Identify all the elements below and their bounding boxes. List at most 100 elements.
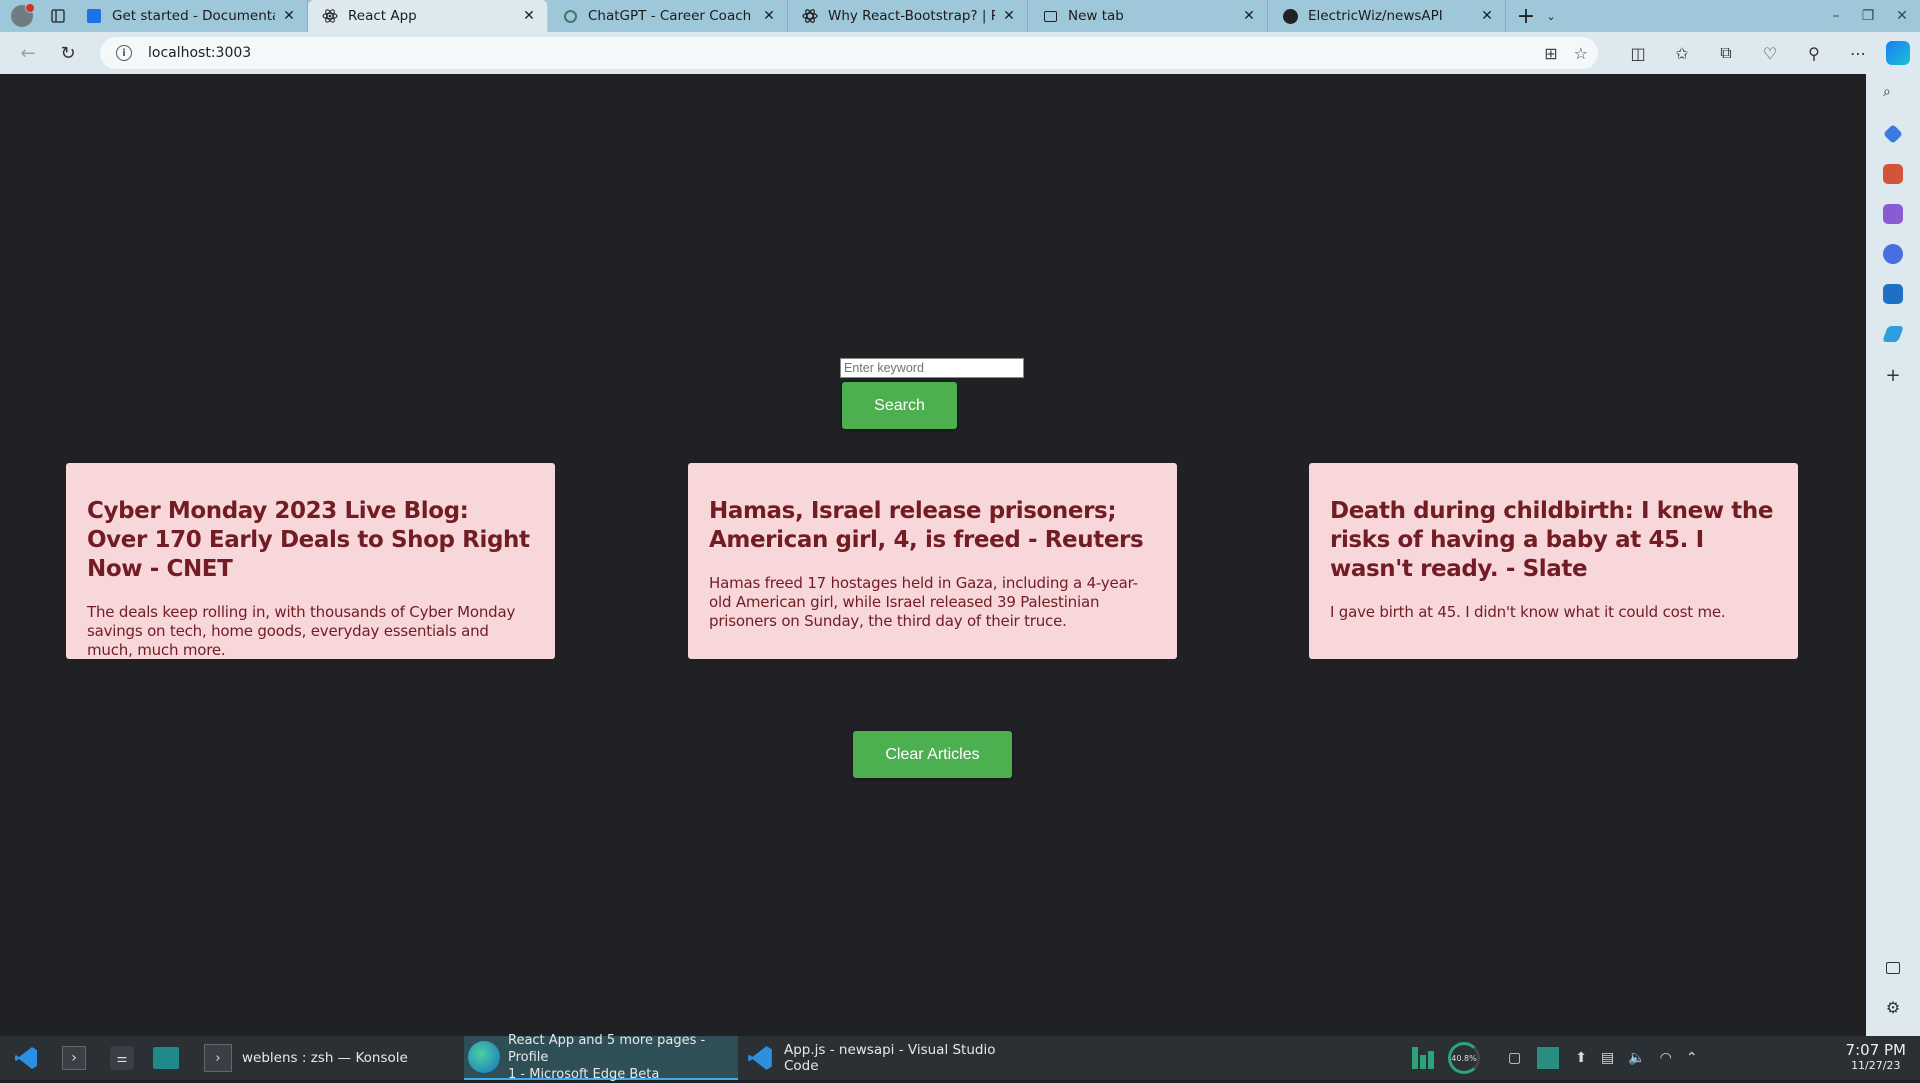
chevron-down-icon[interactable]: ⌄ — [1540, 0, 1562, 32]
vscode-launcher-icon[interactable] — [8, 1036, 44, 1080]
terminal-icon: › — [204, 1044, 232, 1072]
chevron-up-icon[interactable]: ⌃ — [1686, 1050, 1698, 1066]
tab-title: React App — [348, 8, 417, 24]
chatgpt-icon — [562, 8, 578, 24]
task-konsole[interactable]: › weblens : zsh — Konsole — [192, 1036, 462, 1080]
cpu-percent: 40.8% — [1451, 1053, 1477, 1063]
page-viewport: Search Cyber Monday 2023 Live Blog: Over… — [0, 74, 1866, 1036]
new-tab-icon — [1042, 8, 1058, 24]
performance-icon[interactable]: ♡ — [1748, 32, 1792, 74]
settings-gear-icon[interactable]: ⚙ — [1883, 998, 1903, 1018]
tab-get-started[interactable]: Get started - Documentation ✕ — [72, 0, 308, 32]
task-edge[interactable]: React App and 5 more pages - Profile 1 -… — [464, 1033, 738, 1082]
drop-icon[interactable] — [1882, 326, 1904, 342]
games-icon[interactable] — [1883, 204, 1903, 224]
tab-actions-icon — [51, 9, 65, 23]
react-icon — [322, 8, 338, 24]
new-tab-button[interactable]: + — [1512, 0, 1540, 32]
clock-time: 7:07 PM — [1845, 1041, 1906, 1059]
microsoft-365-icon[interactable] — [1883, 244, 1903, 264]
clear-articles-button[interactable]: Clear Articles — [853, 731, 1012, 778]
github-icon — [1282, 8, 1298, 24]
shopping-tag-icon[interactable] — [1883, 124, 1903, 144]
documentation-icon — [86, 8, 102, 24]
tab-actions-button[interactable] — [44, 0, 72, 32]
cpu-load-gauge[interactable]: 40.8% — [1448, 1042, 1480, 1074]
address-url[interactable]: localhost:3003 — [148, 45, 251, 61]
wifi-icon[interactable]: ◠ — [1660, 1050, 1672, 1066]
updates-icon[interactable]: ⬆ — [1575, 1050, 1587, 1066]
tab-new-tab[interactable]: New tab ✕ — [1028, 0, 1268, 32]
terminal-launcher-icon[interactable]: › — [56, 1036, 92, 1080]
refresh-icon[interactable]: ↻ — [48, 32, 88, 74]
close-icon[interactable]: ✕ — [1241, 8, 1257, 24]
tab-title: Get started - Documentation — [112, 8, 275, 24]
system-tray: 40.8% ▢ ⬆ ▤ 🔈 ◠ ⌃ — [1412, 1036, 1698, 1080]
tab-title: ElectricWiz/newsAPI — [1308, 8, 1443, 24]
article-card: Death during childbirth: I knew the risk… — [1309, 463, 1798, 659]
task-label: React App and 5 more pages - Profile — [508, 1032, 706, 1065]
tab-github[interactable]: ElectricWiz/newsAPI ✕ — [1268, 0, 1506, 32]
profile-avatar-icon — [11, 3, 35, 27]
edge-sidebar: ⌕ + ⚙ — [1866, 74, 1920, 1036]
volume-icon[interactable]: 🔈 — [1628, 1050, 1645, 1066]
app-available-icon[interactable]: ⊞ — [1544, 44, 1557, 63]
tools-icon[interactable] — [1883, 164, 1903, 184]
close-icon[interactable]: ✕ — [1001, 8, 1017, 24]
site-info-icon[interactable]: i — [116, 45, 132, 61]
address-bar[interactable]: i localhost:3003 ⊞ ☆ — [100, 37, 1598, 69]
sidebar-toggle-icon[interactable] — [1886, 962, 1900, 974]
favorite-star-icon[interactable]: ☆ — [1574, 44, 1588, 63]
more-options-icon[interactable]: ⋯ — [1836, 32, 1880, 74]
restore-icon[interactable]: ❐ — [1850, 0, 1886, 32]
clipboard-icon[interactable]: ▤ — [1601, 1050, 1614, 1066]
search-button[interactable]: Search — [842, 382, 957, 429]
tab-title: ChatGPT - Career Coach — [588, 8, 752, 24]
article-description: The deals keep rolling in, with thousand… — [87, 603, 516, 659]
tab-strip: Get started - Documentation ✕ React App … — [0, 0, 1920, 32]
task-label: App.js - newsapi - Visual Studio Code — [784, 1042, 996, 1074]
article-description: Hamas freed 17 hostages held in Gaza, in… — [709, 574, 1138, 630]
tab-chatgpt[interactable]: ChatGPT - Career Coach ✕ — [548, 0, 788, 32]
profile-button[interactable] — [0, 0, 44, 32]
outlook-icon[interactable] — [1883, 284, 1903, 304]
favorites-icon[interactable]: ✩ — [1660, 32, 1704, 74]
add-icon[interactable]: + — [1883, 366, 1903, 386]
close-icon[interactable]: ✕ — [761, 8, 777, 24]
show-desktop-icon[interactable]: ▢ — [1508, 1050, 1521, 1066]
tab-title: Why React-Bootstrap? | React — [828, 8, 995, 24]
tab-title: New tab — [1068, 8, 1124, 24]
react-bootstrap-icon — [802, 8, 818, 24]
vscode-icon — [748, 1046, 772, 1070]
article-description: I gave birth at 45. I didn't know what i… — [1330, 603, 1726, 621]
article-card: Cyber Monday 2023 Live Blog: Over 170 Ea… — [66, 463, 555, 659]
extensions-icon[interactable]: ⚲ — [1792, 32, 1836, 74]
task-label: weblens : zsh — Konsole — [242, 1050, 408, 1066]
clock[interactable]: 7:07 PM 11/27/23 — [1846, 1041, 1906, 1073]
split-screen-icon[interactable]: ◫ — [1616, 32, 1660, 74]
close-window-icon[interactable]: ✕ — [1884, 0, 1920, 32]
search-icon[interactable]: ⌕ — [1883, 84, 1903, 104]
system-settings-icon[interactable]: ⚌ — [104, 1036, 140, 1080]
close-icon[interactable]: ✕ — [1479, 8, 1495, 24]
taskbar: › ⚌ › weblens : zsh — Konsole React App … — [0, 1033, 1920, 1082]
copilot-icon[interactable] — [1886, 41, 1910, 65]
close-icon[interactable]: ✕ — [281, 8, 297, 24]
article-title: Hamas, Israel release prisoners; America… — [709, 498, 1144, 553]
tab-react-bootstrap[interactable]: Why React-Bootstrap? | React ✕ — [788, 0, 1028, 32]
close-icon[interactable]: ✕ — [521, 8, 537, 24]
system-monitor-icon[interactable] — [1412, 1047, 1434, 1069]
article-title: Cyber Monday 2023 Live Blog: Over 170 Ea… — [87, 498, 530, 582]
clock-date: 11/27/23 — [1851, 1059, 1901, 1072]
tab-react-app[interactable]: React App ✕ — [308, 0, 548, 32]
screen-preview-icon[interactable] — [1537, 1047, 1560, 1069]
collections-icon[interactable]: ⧉ — [1704, 32, 1748, 74]
edge-beta-icon — [468, 1041, 500, 1073]
article-card: Hamas, Israel release prisoners; America… — [688, 463, 1177, 659]
keyword-search-input[interactable] — [840, 358, 1024, 378]
article-title: Death during childbirth: I knew the risk… — [1330, 498, 1774, 582]
back-arrow-icon[interactable]: ← — [8, 32, 48, 74]
task-vscode[interactable]: App.js - newsapi - Visual Studio Code — [740, 1036, 1012, 1080]
minimize-icon[interactable]: – — [1818, 0, 1854, 32]
file-manager-icon[interactable] — [148, 1036, 184, 1080]
